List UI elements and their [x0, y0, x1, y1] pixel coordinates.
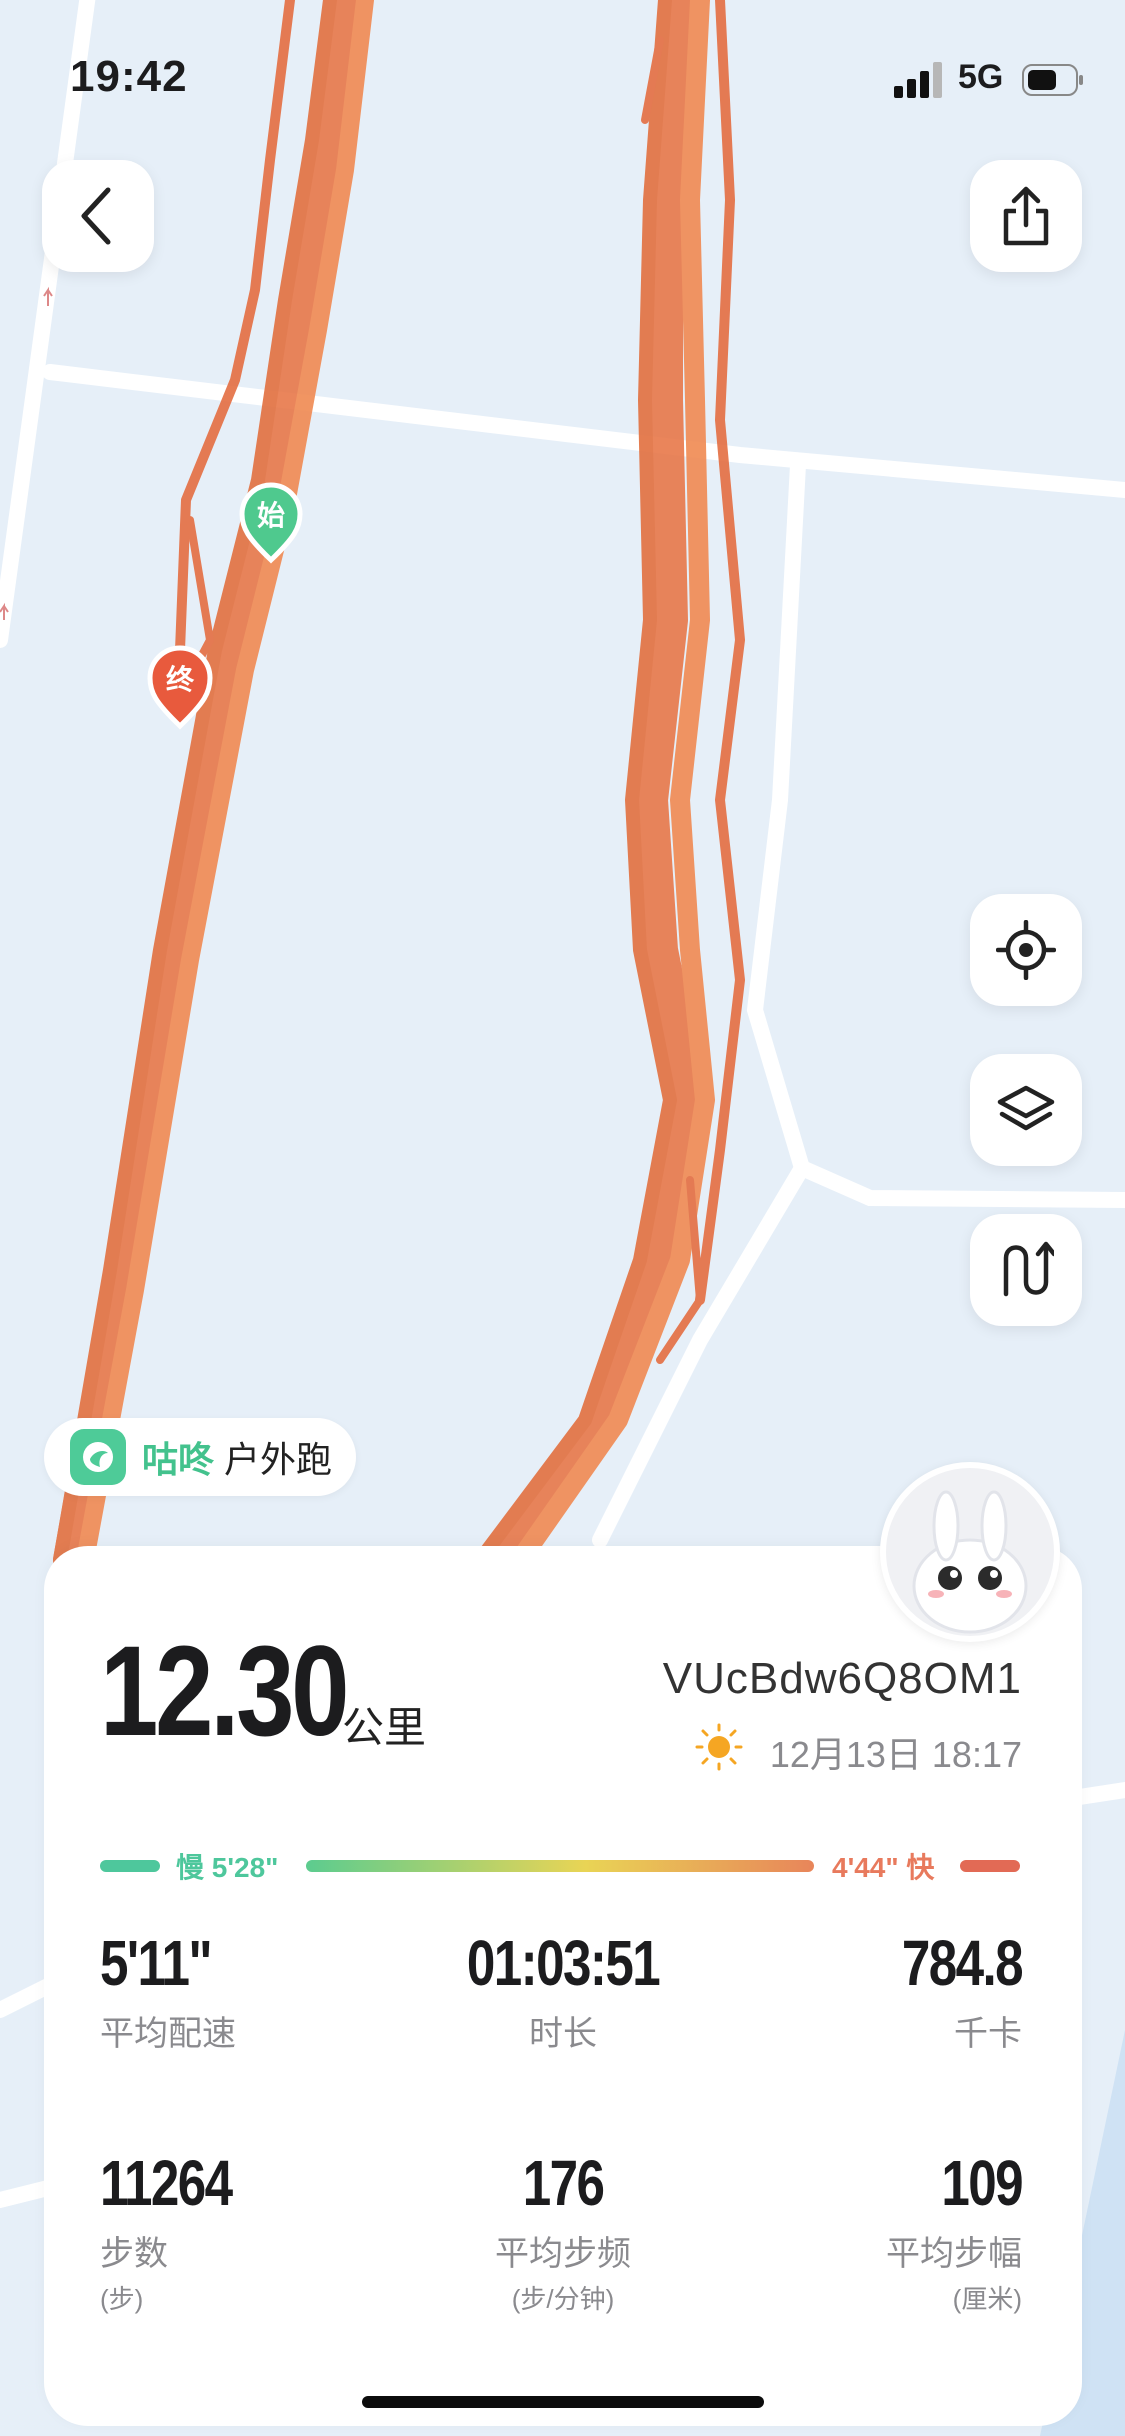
route-button[interactable]: [970, 1214, 1082, 1326]
stat-label: 平均步幅: [886, 2235, 1022, 2273]
record-id: VUcBdw6Q8OM1: [662, 1654, 1022, 1703]
stat-value: 5'11": [100, 1927, 213, 1999]
stat-steps: 11264 步数 (步): [100, 2146, 420, 2316]
stat-unit: (步): [100, 2284, 144, 2314]
pace-slow-label: 慢 5'28": [176, 1852, 279, 1883]
network-label: 5G: [958, 58, 1004, 96]
locate-icon: [996, 920, 1056, 980]
distance-value: 12.30: [100, 1620, 350, 1763]
stat-label: 步数: [100, 2235, 168, 2273]
pace-fast-bar: [960, 1860, 1020, 1872]
stat-value: 784.8: [901, 1927, 1024, 1999]
summary-card: 12.30 公里 VUcBdw6Q8OM1 12月13日 18:17 慢 5'2…: [44, 1546, 1082, 2426]
stat-unit: (步/分钟): [511, 2284, 615, 2314]
stat-value: 11264: [100, 2147, 233, 2219]
home-indicator: [362, 2396, 764, 2408]
stat-label: 千卡: [954, 2015, 1022, 2053]
stat-label: 平均配速: [100, 2015, 236, 2053]
stat-label: 时长: [529, 2015, 597, 2053]
stat-value: 01:03:51: [466, 1927, 661, 1999]
layers-button[interactable]: [970, 1054, 1082, 1166]
stat-value: 176: [522, 2147, 605, 2219]
sun-icon: [695, 1723, 743, 1771]
pace-legend: 慢 5'28" 4'44" 快: [100, 1846, 1020, 1886]
share-icon: [1003, 186, 1049, 246]
end-marker-label: 终: [166, 664, 195, 695]
stat-avg-pace: 5'11" 平均配速: [100, 1926, 420, 2055]
signal-icon: [894, 62, 942, 98]
activity-type: 户外跑: [224, 1439, 333, 1480]
status-bar: 19:42 5G: [0, 0, 1125, 140]
stat-duration: 01:03:51 时长: [403, 1926, 723, 2055]
app-brand: 咕咚: [142, 1439, 215, 1480]
stat-value: 109: [941, 2147, 1023, 2219]
start-marker-label: 始: [257, 500, 285, 531]
share-button[interactable]: [970, 160, 1082, 272]
activity-tag: 咕咚 户外跑: [44, 1418, 357, 1496]
stat-unit: (厘米): [952, 2284, 1022, 2314]
back-button[interactable]: [42, 160, 154, 272]
avatar[interactable]: [880, 1462, 1060, 1642]
mascot-avatar-icon: [912, 1490, 1028, 1634]
chevron-left-icon: [81, 187, 111, 245]
stat-calories: 784.8 千卡: [702, 1926, 1024, 2055]
pace-gradient-bar: [306, 1860, 814, 1872]
stat-label: 平均步频: [495, 2235, 631, 2273]
layers-icon: [997, 1085, 1055, 1131]
app-logo-icon: [70, 1429, 126, 1485]
route-icon: [1003, 1241, 1054, 1297]
pace-fast-label: 4'44" 快: [832, 1852, 935, 1883]
pace-slow-bar: [100, 1860, 160, 1872]
stat-stride: 109 平均步幅 (厘米): [702, 2146, 1024, 2316]
stat-cadence: 176 平均步频 (步/分钟): [403, 2146, 723, 2316]
activity-datetime: 12月13日 18:17: [769, 1734, 1022, 1775]
battery-icon: [1022, 64, 1083, 96]
status-time: 19:42: [70, 52, 188, 101]
locate-button[interactable]: [970, 894, 1082, 1006]
distance-unit: 公里: [342, 1704, 427, 1751]
